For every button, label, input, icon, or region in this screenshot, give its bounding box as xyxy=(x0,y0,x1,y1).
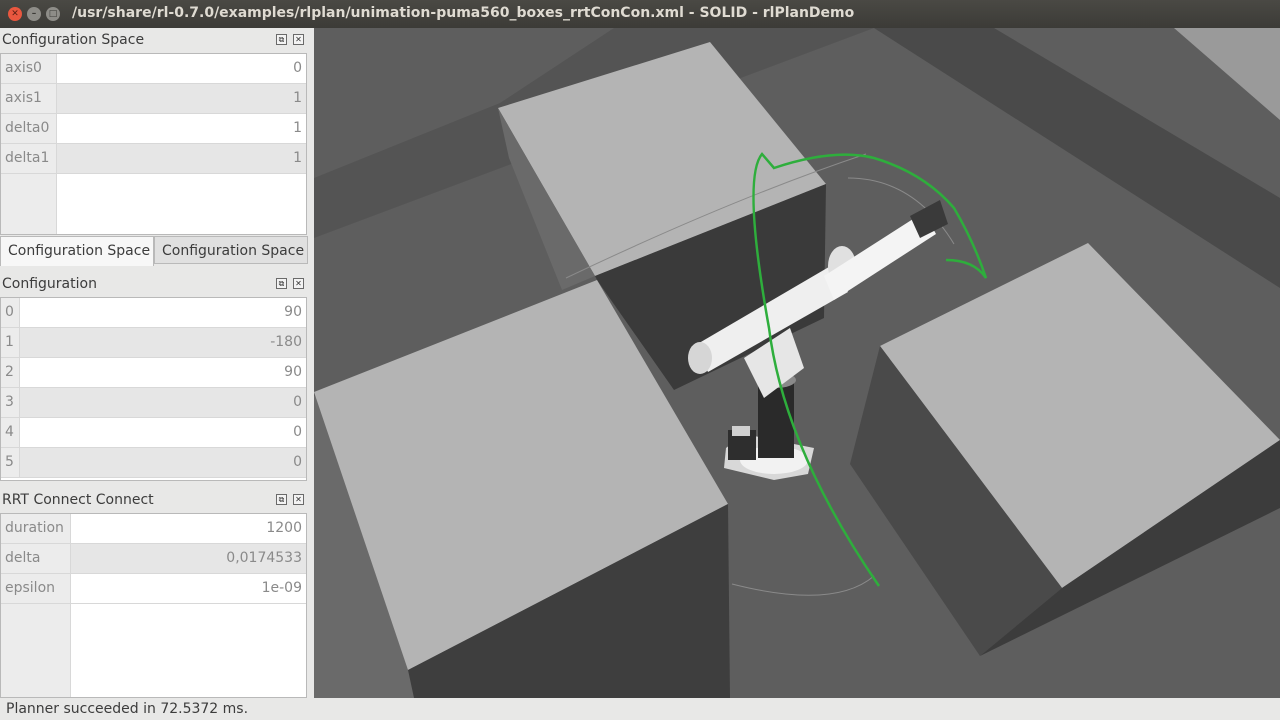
row-value[interactable]: 0 xyxy=(20,418,306,447)
row-value[interactable]: 1 xyxy=(57,114,306,143)
tab-configuration-space-2[interactable]: Configuration Space xyxy=(154,236,308,264)
row-value[interactable]: 0 xyxy=(20,388,306,417)
panel-splitter[interactable] xyxy=(0,266,310,272)
row-header: delta0 xyxy=(1,114,57,143)
status-bar: Planner succeeded in 72.5372 ms. xyxy=(0,698,1280,720)
scene-graphic xyxy=(314,28,1280,698)
table-row[interactable]: axis0 0 xyxy=(1,54,306,84)
3d-viewport[interactable] xyxy=(314,28,1280,698)
config-space-dock-buttons: ⧉ ✕ xyxy=(276,29,306,51)
planner-table: duration 1200 delta 0,0174533 epsilon 1e… xyxy=(0,513,307,698)
row-header: 1 xyxy=(1,328,20,357)
planner-dock-buttons: ⧉ ✕ xyxy=(276,489,306,511)
table-row[interactable]: delta1 1 xyxy=(1,144,306,174)
table-row[interactable]: 1 -180 xyxy=(1,328,306,358)
configuration-table: 0 90 1 -180 2 90 3 0 4 0 5 0 xyxy=(0,297,307,481)
row-value[interactable]: 90 xyxy=(20,358,306,387)
row-header: delta xyxy=(1,544,71,573)
row-header: 2 xyxy=(1,358,20,387)
float-panel-icon[interactable]: ⧉ xyxy=(276,278,287,289)
float-panel-icon[interactable]: ⧉ xyxy=(276,494,287,505)
table-row[interactable]: 4 0 xyxy=(1,418,306,448)
close-window-button[interactable]: ✕ xyxy=(8,7,22,21)
table-row[interactable]: delta0 1 xyxy=(1,114,306,144)
config-space-table: axis0 0 axis1 1 delta0 1 delta1 1 xyxy=(0,53,307,235)
close-panel-icon[interactable]: ✕ xyxy=(293,278,304,289)
close-panel-icon[interactable]: ✕ xyxy=(293,34,304,45)
window-title: /usr/share/rl-0.7.0/examples/rlplan/unim… xyxy=(72,5,855,21)
row-header: axis0 xyxy=(1,54,57,83)
row-value[interactable]: 0 xyxy=(57,54,306,83)
row-header: 0 xyxy=(1,298,20,327)
robot-base-cap xyxy=(732,426,750,436)
maximize-window-button[interactable]: □ xyxy=(46,7,60,21)
minimize-window-button[interactable]: – xyxy=(27,7,41,21)
table-row[interactable]: delta 0,0174533 xyxy=(1,544,306,574)
panel-splitter[interactable] xyxy=(0,482,310,488)
row-value[interactable]: 1 xyxy=(57,84,306,113)
row-header: 5 xyxy=(1,448,20,477)
table-row[interactable]: 0 90 xyxy=(1,298,306,328)
row-header: delta1 xyxy=(1,144,57,173)
row-value[interactable]: 0,0174533 xyxy=(71,544,306,573)
table-row[interactable]: 5 0 xyxy=(1,448,306,478)
window-titlebar: ✕ – □ /usr/share/rl-0.7.0/examples/rlpla… xyxy=(0,0,1280,28)
row-value[interactable]: 90 xyxy=(20,298,306,327)
table-row[interactable]: 2 90 xyxy=(1,358,306,388)
planner-panel-title: RRT Connect Connect xyxy=(2,492,154,508)
row-value[interactable]: 1e-09 xyxy=(71,574,306,603)
row-value[interactable]: 0 xyxy=(20,448,306,477)
table-row[interactable]: 3 0 xyxy=(1,388,306,418)
row-value[interactable]: 1 xyxy=(57,144,306,173)
row-value[interactable]: -180 xyxy=(20,328,306,357)
close-panel-icon[interactable]: ✕ xyxy=(293,494,304,505)
table-row[interactable]: duration 1200 xyxy=(1,514,306,544)
config-space-panel-title: Configuration Space xyxy=(2,32,145,48)
float-panel-icon[interactable]: ⧉ xyxy=(276,34,287,45)
table-row[interactable]: epsilon 1e-09 xyxy=(1,574,306,604)
robot-shoulder-cap xyxy=(688,342,712,374)
row-header: 4 xyxy=(1,418,20,447)
row-value[interactable]: 1200 xyxy=(71,514,306,543)
row-header: duration xyxy=(1,514,71,543)
configuration-panel-title: Configuration xyxy=(2,276,97,292)
table-row[interactable]: axis1 1 xyxy=(1,84,306,114)
configuration-dock-buttons: ⧉ ✕ xyxy=(276,273,306,295)
tab-configuration-space-1[interactable]: Configuration Space xyxy=(0,236,154,266)
row-header: epsilon xyxy=(1,574,71,603)
row-header: axis1 xyxy=(1,84,57,113)
row-header: 3 xyxy=(1,388,20,417)
